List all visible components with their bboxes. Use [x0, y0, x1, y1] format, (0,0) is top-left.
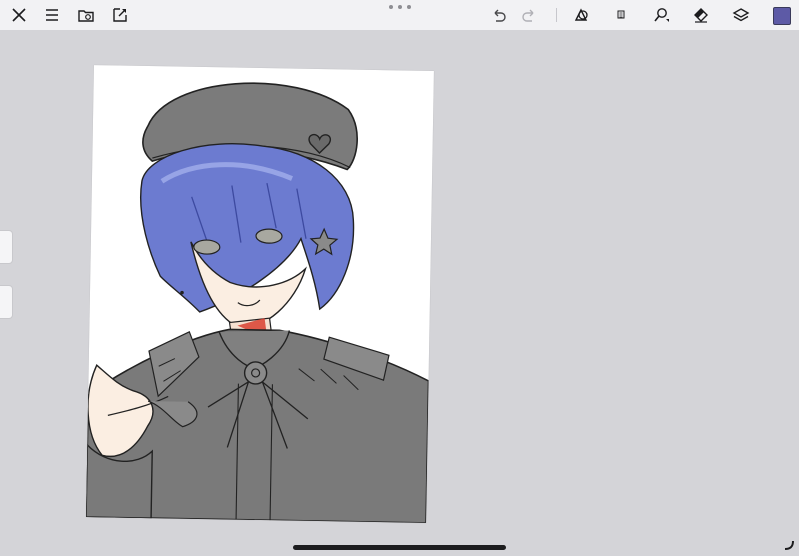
- opacity-slider-handle[interactable]: [0, 285, 13, 319]
- menu-icon[interactable]: [40, 3, 64, 27]
- transform-icon[interactable]: [609, 3, 633, 27]
- drawing-canvas[interactable]: [86, 65, 434, 523]
- toolbar-divider: [556, 8, 557, 22]
- eraser-icon[interactable]: [689, 3, 713, 27]
- home-indicator: [293, 545, 506, 550]
- brush-size-slider-handle[interactable]: [0, 230, 13, 264]
- undo-icon[interactable]: [487, 3, 511, 27]
- layers-icon[interactable]: [729, 3, 753, 27]
- canvas-settings-icon[interactable]: [108, 3, 132, 27]
- top-toolbar: [0, 0, 799, 30]
- brush-icon[interactable]: [649, 3, 673, 27]
- color-picker-swatch[interactable]: [773, 7, 791, 25]
- redo-icon[interactable]: [517, 3, 541, 27]
- close-icon[interactable]: [7, 3, 31, 27]
- canvas-corner-handle[interactable]: [783, 538, 795, 550]
- more-options-icon[interactable]: [389, 0, 411, 14]
- selection-icon[interactable]: [569, 3, 593, 27]
- gallery-icon[interactable]: [74, 3, 98, 27]
- character-artwork: [86, 82, 430, 523]
